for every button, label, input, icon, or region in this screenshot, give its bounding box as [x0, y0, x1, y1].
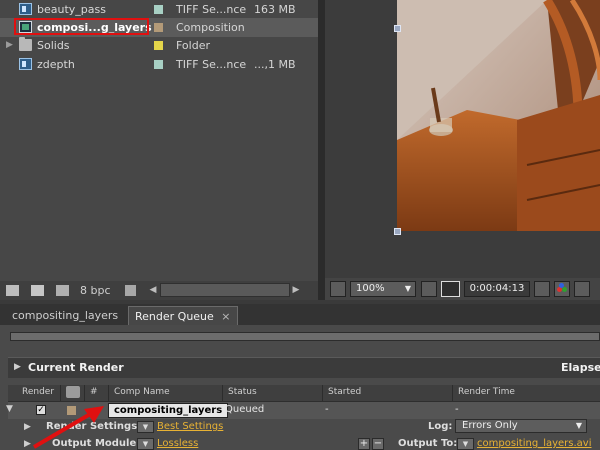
column-divider — [84, 385, 85, 401]
bounding-handle[interactable] — [394, 228, 401, 235]
transparency-grid-icon[interactable] — [441, 281, 460, 297]
comp-name-cell[interactable]: compositing_layers — [108, 403, 228, 418]
tab-render-queue[interactable]: Render Queue × — [128, 306, 238, 325]
footage-icon — [19, 58, 32, 70]
render-settings-link[interactable]: Best Settings — [157, 421, 223, 432]
queue-column-header: Render # Comp Name Status Started Render… — [8, 385, 600, 402]
project-item-name: zdepth — [37, 58, 75, 71]
status-cell: Queued — [225, 404, 265, 415]
label-color-swatch[interactable] — [154, 60, 163, 69]
project-item-type: TIFF Se...nce — [176, 58, 247, 71]
overflow-icon[interactable] — [574, 281, 590, 297]
folder-icon — [19, 37, 32, 51]
output-module-link[interactable]: Lossless — [157, 438, 198, 449]
render-progress-bar — [10, 332, 600, 341]
timecode-display[interactable]: 0:00:04:13 — [464, 281, 530, 297]
log-select[interactable]: Errors Only ▼ — [455, 419, 587, 433]
project-item-size: ...,1 MB — [254, 58, 296, 71]
label-tag-icon[interactable] — [66, 386, 80, 398]
bounding-handle[interactable] — [394, 25, 401, 32]
trash-icon[interactable] — [125, 285, 136, 296]
current-render-bar: ▶ Current Render Elapsed: — [8, 357, 600, 378]
expand-triangle-icon[interactable]: ▼ — [6, 404, 13, 414]
annotation-arrow-icon — [32, 406, 104, 449]
expand-triangle-icon[interactable]: ▶ — [14, 362, 21, 372]
viewer-image[interactable] — [397, 0, 600, 231]
project-item-zdepth[interactable]: zdepth TIFF Se...nce ...,1 MB — [0, 55, 318, 74]
project-item-beauty-pass[interactable]: beauty_pass TIFF Se...nce 163 MB — [0, 0, 318, 19]
output-to-link[interactable]: compositing_layers.avi — [477, 438, 592, 449]
col-started[interactable]: Started — [328, 387, 361, 397]
render-queue-panel: ▶ Current Render Elapsed: Render # Comp … — [0, 325, 600, 450]
show-channel-icon[interactable] — [554, 281, 570, 297]
project-item-name: Solids — [37, 39, 70, 52]
project-item-size: 163 MB — [254, 3, 296, 16]
project-panel: beauty_pass TIFF Se...nce 163 MB composi… — [0, 0, 318, 300]
horizontal-scrollbar[interactable] — [160, 283, 290, 297]
elapsed-label: Elapsed: — [561, 361, 600, 374]
column-divider — [322, 385, 323, 401]
tab-label: Render Queue — [135, 310, 214, 323]
col-number[interactable]: # — [90, 387, 98, 397]
render-settings-dropdown[interactable]: ▼ — [137, 421, 154, 433]
always-preview-icon[interactable] — [330, 281, 346, 297]
column-divider — [108, 385, 109, 401]
tab-compositing-layers[interactable]: compositing_layers — [6, 306, 124, 325]
project-item-type: TIFF Se...nce — [176, 3, 247, 16]
project-item-name: beauty_pass — [37, 3, 106, 16]
composition-viewer: 100% ▼ 0:00:04:13 — [325, 0, 600, 300]
project-item-type: Composition — [176, 21, 245, 34]
add-output-module-icon[interactable]: + — [358, 438, 370, 450]
viewer-toolbar: 100% ▼ 0:00:04:13 — [325, 278, 600, 300]
bit-depth-button[interactable]: 8 bpc — [80, 284, 111, 297]
col-render-time[interactable]: Render Time — [458, 387, 515, 397]
zoom-dropdown[interactable]: 100% ▼ — [350, 281, 416, 297]
expand-triangle-icon[interactable]: ▶ — [6, 36, 13, 55]
label-color-swatch[interactable] — [154, 41, 163, 50]
footage-icon — [19, 3, 32, 15]
column-divider — [60, 385, 61, 401]
label-color-swatch[interactable] — [154, 23, 163, 32]
chevron-down-icon: ▼ — [404, 284, 411, 293]
rendered-frame — [397, 0, 600, 231]
highlight-box — [14, 18, 149, 35]
col-comp-name[interactable]: Comp Name — [114, 387, 170, 397]
col-status[interactable]: Status — [228, 387, 257, 397]
log-label: Log: — [428, 421, 453, 432]
started-cell: - — [325, 404, 329, 415]
new-composition-icon[interactable] — [56, 285, 69, 296]
camera-snapshot-icon[interactable] — [534, 281, 550, 297]
project-item-solids[interactable]: ▶ Solids Folder — [0, 36, 318, 55]
log-value: Errors Only — [462, 420, 518, 431]
chevron-down-icon: ▼ — [575, 421, 582, 430]
interpret-footage-icon[interactable] — [6, 285, 19, 296]
column-divider — [222, 385, 223, 401]
tab-bar: compositing_layers Render Queue × — [0, 304, 600, 325]
project-item-type: Folder — [176, 39, 210, 52]
output-module-dropdown[interactable]: ▼ — [137, 438, 154, 450]
scroll-left-icon[interactable]: ◀ — [147, 283, 159, 297]
safe-zones-icon[interactable] — [421, 281, 437, 297]
col-render[interactable]: Render — [22, 387, 54, 397]
panel-divider[interactable] — [318, 0, 325, 300]
zoom-value: 100% — [356, 283, 385, 294]
new-folder-icon[interactable] — [31, 285, 44, 296]
remove-output-module-icon[interactable]: − — [372, 438, 384, 450]
label-color-swatch[interactable] — [154, 5, 163, 14]
render-time-cell: - — [455, 404, 459, 415]
scroll-right-icon[interactable]: ▶ — [290, 283, 302, 297]
column-divider — [452, 385, 453, 401]
close-icon[interactable]: × — [221, 310, 230, 323]
output-to-dropdown[interactable]: ▼ — [457, 438, 474, 450]
current-render-title: Current Render — [28, 361, 124, 374]
output-to-label: Output To: — [398, 438, 458, 449]
